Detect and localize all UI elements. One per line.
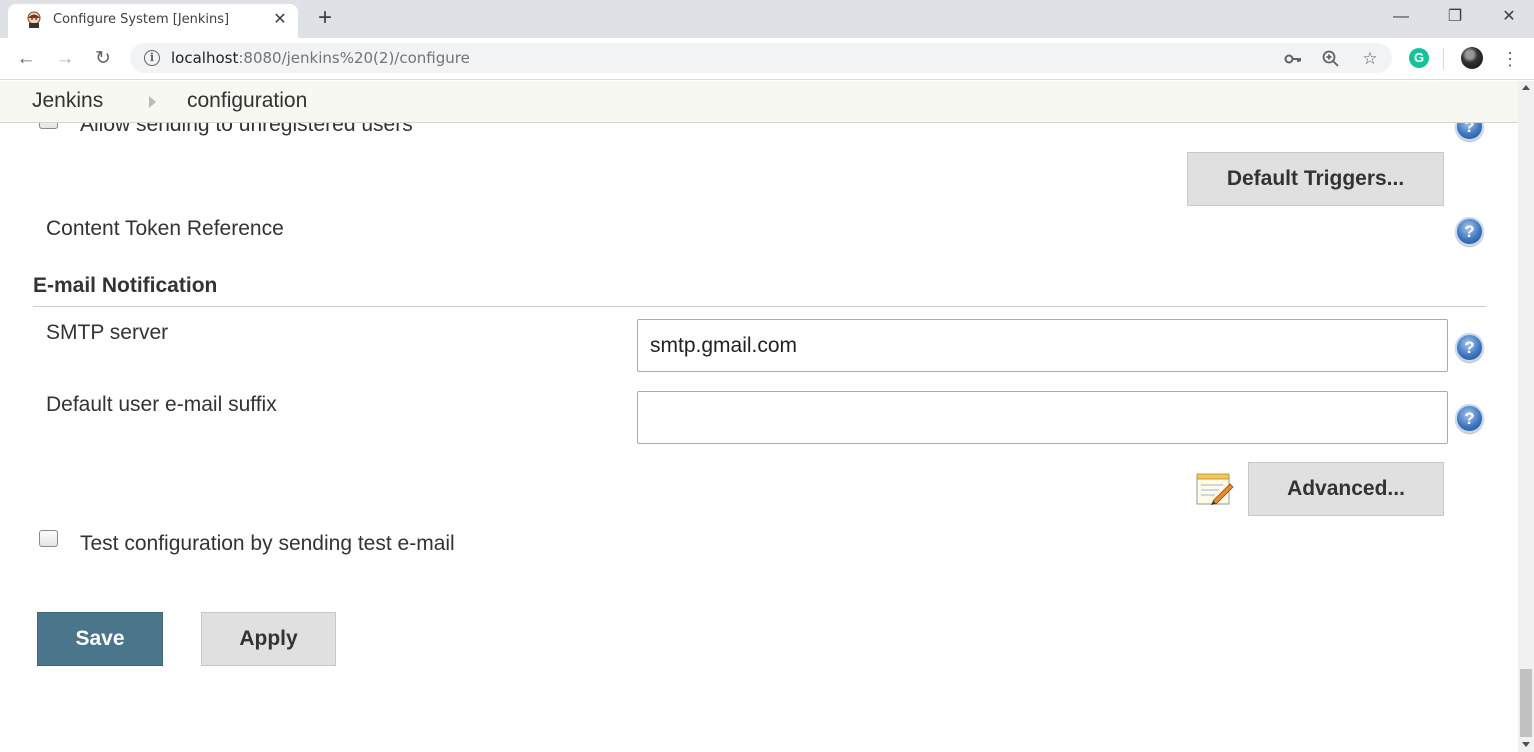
toolbar-divider bbox=[1443, 48, 1444, 70]
zoom-icon[interactable] bbox=[1320, 48, 1342, 70]
breadcrumb-jenkins[interactable]: Jenkins bbox=[32, 89, 103, 113]
url-path: :8080/jenkins%20(2)/configure bbox=[238, 49, 470, 67]
browser-tab[interactable]: Configure System [Jenkins] ✕ bbox=[8, 4, 298, 38]
tab-title: Configure System [Jenkins] bbox=[53, 12, 230, 27]
tab-close-icon[interactable]: ✕ bbox=[270, 10, 290, 30]
smtp-server-label: SMTP server bbox=[46, 321, 169, 344]
scrollbar-thumb[interactable] bbox=[1520, 669, 1532, 737]
jenkins-favicon-icon bbox=[27, 11, 41, 28]
address-bar[interactable]: i localhost:8080/jenkins%20(2)/configure… bbox=[130, 43, 1392, 73]
breadcrumb-configuration[interactable]: configuration bbox=[187, 89, 307, 113]
page-scrollbar[interactable] bbox=[1518, 81, 1534, 752]
scroll-down-icon[interactable] bbox=[1522, 742, 1530, 747]
url-host: localhost bbox=[171, 49, 239, 67]
content-token-label: Content Token Reference bbox=[46, 217, 284, 240]
browser-tab-strip: Configure System [Jenkins] ✕ + — ❐ ✕ bbox=[0, 0, 1534, 38]
browser-toolbar: ← → ↻ i localhost:8080/jenkins%20(2)/con… bbox=[0, 38, 1534, 80]
test-config-checkbox[interactable] bbox=[39, 530, 58, 547]
url-text[interactable]: localhost:8080/jenkins%20(2)/configure bbox=[171, 49, 470, 67]
more-vert-icon[interactable]: ⋮ bbox=[1500, 47, 1520, 71]
help-icon[interactable]: ? bbox=[1455, 333, 1484, 362]
star-icon[interactable]: ☆ bbox=[1359, 48, 1381, 70]
default-triggers-button[interactable]: Default Triggers... bbox=[1187, 152, 1444, 206]
help-icon[interactable]: ? bbox=[1455, 404, 1484, 433]
back-arrow-icon[interactable]: ← bbox=[14, 47, 38, 71]
new-tab-button[interactable]: + bbox=[313, 6, 337, 31]
forward-arrow-icon[interactable]: → bbox=[53, 47, 77, 71]
minimize-icon[interactable]: — bbox=[1386, 4, 1416, 30]
breadcrumb-separator-icon[interactable] bbox=[149, 96, 156, 108]
key-icon[interactable] bbox=[1282, 48, 1304, 70]
config-content: Allow sending to unregistered users ? De… bbox=[0, 81, 1518, 752]
email-suffix-input[interactable] bbox=[637, 391, 1448, 444]
info-icon[interactable]: i bbox=[144, 50, 160, 66]
profile-avatar[interactable] bbox=[1461, 47, 1483, 69]
restore-icon[interactable]: ❐ bbox=[1440, 4, 1470, 30]
test-config-label: Test configuration by sending test e-mai… bbox=[80, 532, 455, 555]
grammarly-icon[interactable]: G bbox=[1409, 48, 1429, 68]
advanced-button[interactable]: Advanced... bbox=[1248, 462, 1444, 516]
save-button[interactable]: Save bbox=[37, 612, 163, 666]
email-suffix-label: Default user e-mail suffix bbox=[46, 393, 277, 416]
smtp-server-input[interactable] bbox=[637, 319, 1448, 372]
reload-icon[interactable]: ↻ bbox=[91, 47, 115, 71]
help-icon[interactable]: ? bbox=[1455, 217, 1484, 246]
apply-button[interactable]: Apply bbox=[201, 612, 336, 666]
scroll-up-icon[interactable] bbox=[1522, 85, 1530, 90]
section-title: E-mail Notification bbox=[33, 274, 218, 297]
notepad-icon[interactable] bbox=[1195, 472, 1235, 508]
breadcrumb: Jenkins configuration bbox=[0, 81, 1518, 123]
section-divider bbox=[33, 306, 1486, 307]
close-window-icon[interactable]: ✕ bbox=[1494, 4, 1524, 30]
